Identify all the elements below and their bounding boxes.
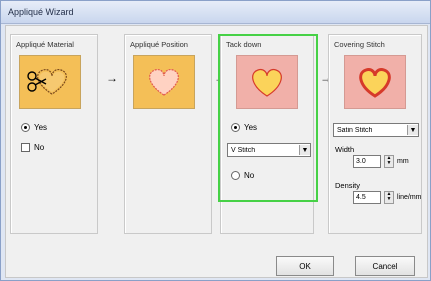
material-no-label: No [34, 143, 45, 152]
ok-button[interactable]: OK [276, 256, 334, 276]
spin-arrows-icon[interactable]: ▲ ▼ [384, 190, 394, 204]
density-unit: line/mm [397, 193, 422, 201]
applique-wizard-window: Appliqué Wizard Appliqué Material Yes No… [0, 0, 431, 281]
applique-material-label: Appliqué Material [16, 40, 74, 49]
width-input[interactable]: 3.0 [353, 154, 381, 168]
radio-button[interactable] [21, 123, 30, 132]
outline-heart-icon [149, 68, 179, 96]
applique-material-image [19, 55, 81, 109]
title-bar: Appliqué Wizard [1, 1, 430, 24]
covering-heart-icon [359, 68, 391, 98]
applique-position-image [133, 55, 195, 109]
spin-arrows-icon[interactable]: ▲ ▼ [384, 154, 394, 168]
checkbox[interactable] [21, 143, 30, 152]
covering-stitch-image [344, 55, 406, 109]
material-no-option[interactable]: No [21, 143, 44, 152]
window-title: Appliqué Wizard [8, 7, 74, 17]
material-yes-option[interactable]: Yes [21, 123, 47, 132]
applique-position-panel: Appliqué Position [124, 34, 212, 234]
width-label: Width [335, 145, 355, 154]
width-unit: mm [397, 157, 409, 165]
covering-stitch-panel: Covering Stitch Satin Stitch ▼ Width 3.0… [328, 34, 422, 234]
chevron-down-icon[interactable]: ▼ [407, 125, 418, 135]
covering-stitch-value: Satin Stitch [337, 126, 373, 134]
density-label: Density [335, 181, 361, 190]
covering-stitch-label: Covering Stitch [334, 40, 385, 49]
covering-stitch-select[interactable]: Satin Stitch ▼ [333, 123, 419, 137]
highlight-box [218, 34, 318, 202]
width-spinner[interactable]: 3.0 ▲ ▼ mm [353, 154, 409, 168]
arrow-icon: → [106, 71, 118, 85]
cancel-button[interactable]: Cancel [355, 256, 415, 276]
applique-material-panel: Appliqué Material Yes No [10, 34, 98, 234]
material-yes-label: Yes [34, 123, 48, 132]
density-spinner[interactable]: 4.5 ▲ ▼ line/mm [353, 190, 422, 204]
applique-position-label: Appliqué Position [130, 40, 188, 49]
density-input[interactable]: 4.5 [353, 190, 381, 204]
scissors-heart-icon [27, 68, 67, 95]
wizard-content: Appliqué Material Yes No → Appliqué Posi… [5, 25, 428, 278]
